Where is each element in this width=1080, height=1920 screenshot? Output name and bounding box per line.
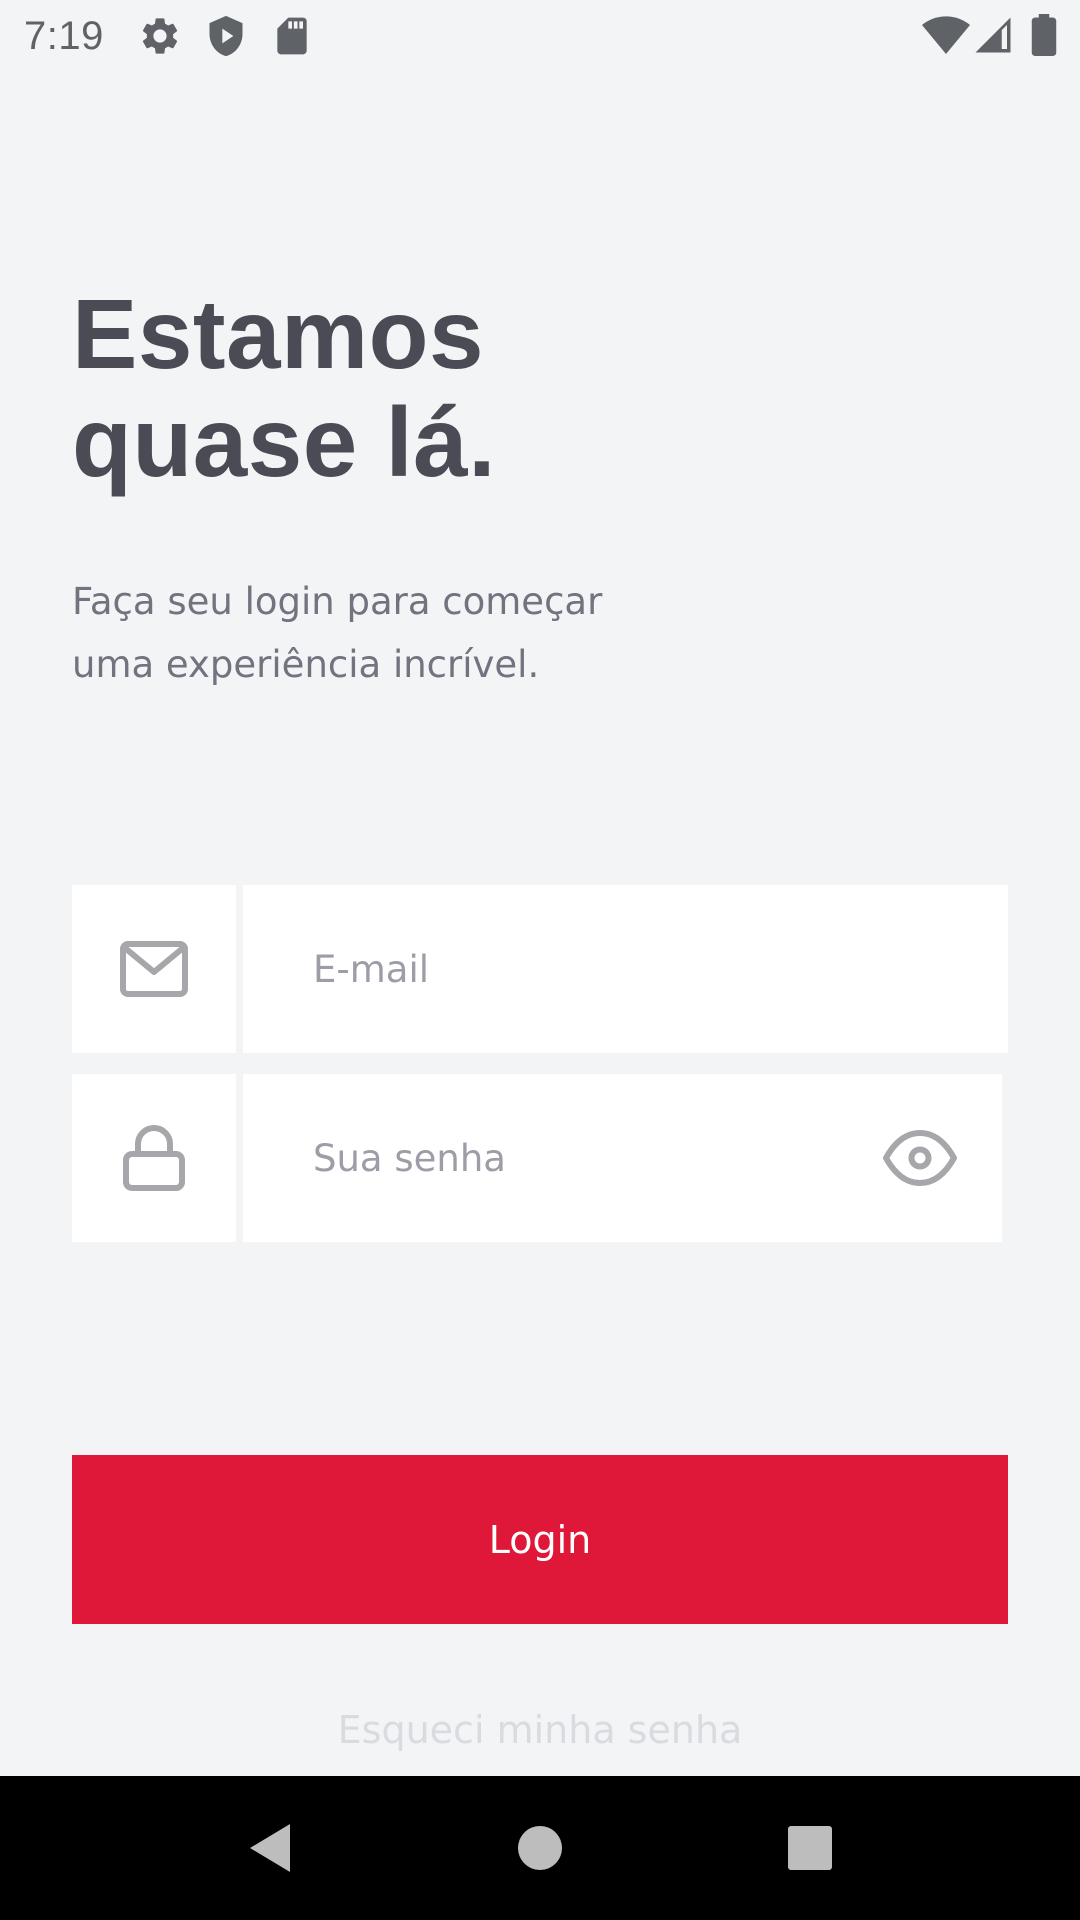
mail-icon (120, 941, 188, 997)
password-input-group (72, 1074, 1002, 1242)
login-button[interactable]: Login (72, 1455, 1008, 1624)
lock-icon (123, 1125, 185, 1191)
password-icon-box (72, 1074, 236, 1242)
login-screen: 7:19 Estamos quase lá. Faça seu login pa… (0, 0, 1080, 1920)
recents-icon[interactable] (787, 1825, 833, 1871)
back-icon[interactable] (246, 1822, 294, 1874)
shield-play-icon (204, 14, 248, 58)
battery-icon (1030, 14, 1058, 56)
page-subtitle: Faça seu login para começar uma experiên… (72, 570, 602, 696)
status-time: 7:19 (24, 14, 104, 58)
email-input-group (72, 885, 1008, 1053)
navigation-bar (0, 1776, 1080, 1920)
email-field-box (243, 885, 1008, 1053)
home-icon[interactable] (516, 1824, 564, 1872)
email-field[interactable] (243, 885, 1008, 1053)
forgot-password-link[interactable]: Esqueci minha senha (0, 1708, 1080, 1752)
page-title-line-1: Estamos (72, 279, 485, 389)
gear-icon (138, 14, 182, 58)
eye-icon[interactable] (882, 1128, 958, 1188)
wifi-icon (922, 12, 970, 56)
email-icon-box (72, 885, 236, 1053)
cellular-signal-icon (972, 14, 1014, 56)
sd-card-icon (270, 14, 314, 58)
page-title: Estamos quase lá. (72, 280, 496, 496)
page-subtitle-line-1: Faça seu login para começar (72, 580, 603, 623)
page-title-line-2: quase lá. (72, 387, 496, 497)
password-field-box (243, 1074, 1002, 1242)
status-bar: 7:19 (0, 0, 1080, 72)
page-subtitle-line-2: uma experiência incrível. (72, 643, 540, 686)
